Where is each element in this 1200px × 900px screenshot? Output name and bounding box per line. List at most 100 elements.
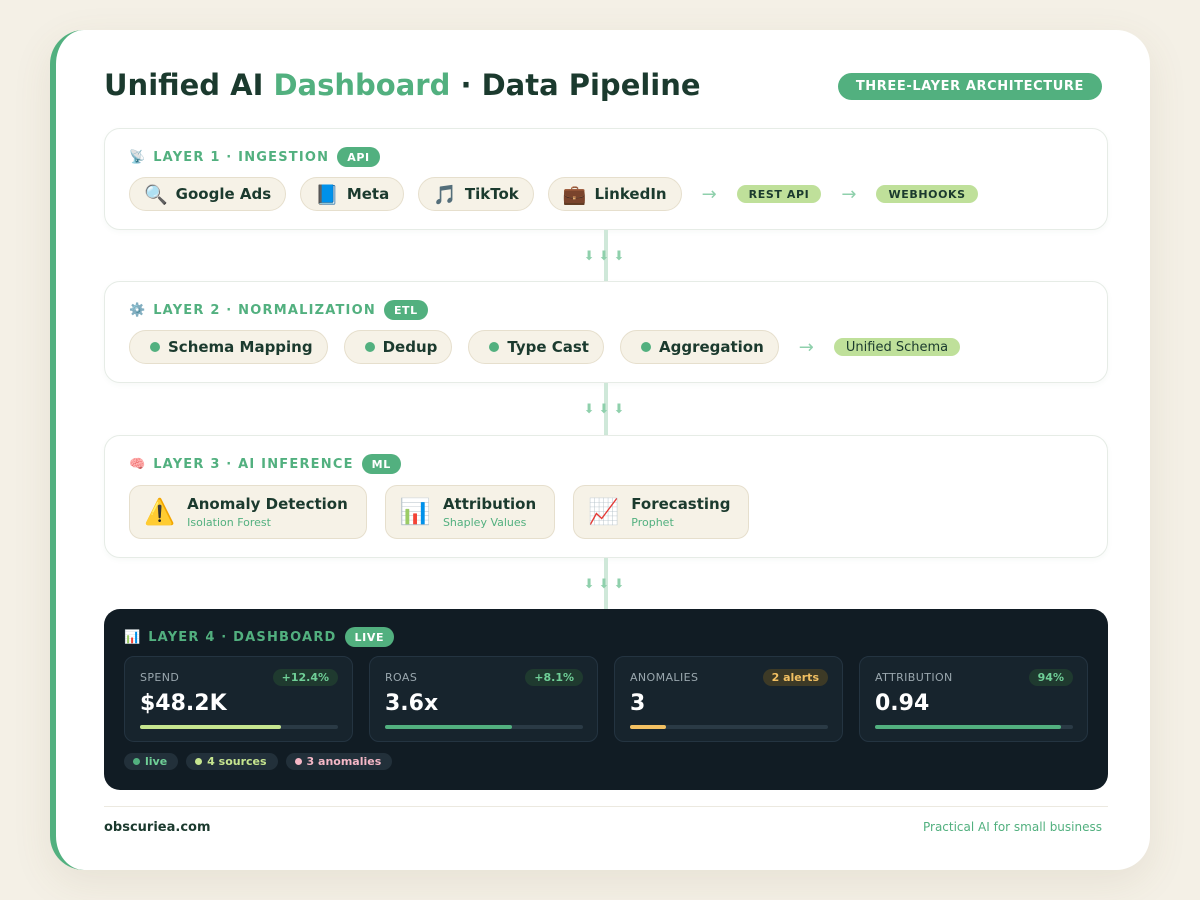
satellite-icon: 📡 bbox=[129, 149, 146, 165]
model-algorithm: Prophet bbox=[631, 516, 674, 529]
status-dot-icon bbox=[133, 758, 140, 765]
model-algorithm: Shapley Values bbox=[442, 516, 527, 529]
layer-label: LAYER 4 · DASHBOARD bbox=[148, 629, 337, 645]
kpi-progress-fill bbox=[385, 725, 512, 729]
status-text: 4 sources bbox=[207, 755, 267, 768]
model-text: Anomaly Detection Isolation Forest bbox=[187, 495, 348, 529]
title-suffix: · Data Pipeline bbox=[450, 68, 701, 102]
dot-icon bbox=[150, 342, 160, 352]
kpi-progress-fill bbox=[630, 725, 666, 729]
warning-icon: ⚠️ bbox=[144, 497, 176, 526]
source-label: TikTok bbox=[464, 185, 519, 203]
model-attribution[interactable]: 📊 Attribution Shapley Values bbox=[384, 485, 556, 539]
etl-step-row: Schema Mapping Dedup Type Cast Aggregati… bbox=[129, 330, 961, 364]
layer-ai-inference: 🧠 LAYER 3 · AI INFERENCE ML ⚠️ Anomaly D… bbox=[104, 435, 1108, 558]
model-forecasting[interactable]: 📈 Forecasting Prophet bbox=[573, 485, 750, 539]
pipeline-card: Unified AI Dashboard · Data Pipeline THR… bbox=[50, 30, 1150, 870]
kpi-alerts-badge: 2 alerts bbox=[762, 669, 828, 686]
status-sources: 4 sources bbox=[186, 753, 278, 770]
status-dot-icon bbox=[195, 758, 203, 765]
status-text: live bbox=[145, 755, 168, 768]
down-arrows-icon: ⬇⬇⬇ bbox=[583, 402, 629, 417]
webhooks-pill: WEBHOOKS bbox=[876, 185, 978, 203]
layer-header: ⚙️ LAYER 2 · NORMALIZATION ETL bbox=[129, 300, 428, 320]
layer-ingestion: 📡 LAYER 1 · INGESTION API 🔍 Google Ads 📘 M… bbox=[104, 128, 1108, 230]
kpi-value: $48.2K bbox=[140, 691, 227, 716]
bar-chart-icon: 📊 bbox=[399, 497, 431, 526]
kpi-value: 3.6x bbox=[385, 691, 439, 716]
footer-tagline: Practical AI for small business bbox=[922, 820, 1102, 834]
kpi-label: ANOMALIES bbox=[630, 671, 699, 684]
page-title: Unified AI Dashboard · Data Pipeline bbox=[104, 68, 701, 102]
source-label: Google Ads bbox=[175, 185, 272, 203]
footer-site-link[interactable]: obscuriea.com bbox=[104, 820, 211, 835]
arrow-right-icon: → bbox=[701, 183, 717, 205]
model-row: ⚠️ Anomaly Detection Isolation Forest 📊 … bbox=[129, 485, 767, 539]
layer-label: LAYER 1 · INGESTION bbox=[153, 149, 330, 165]
down-arrows-icon: ⬇⬇⬇ bbox=[583, 249, 629, 264]
kpi-value: 3 bbox=[630, 691, 646, 716]
kpi-label: SPEND bbox=[140, 671, 180, 684]
gear-icon: ⚙️ bbox=[129, 302, 146, 318]
status-text: 3 anomalies bbox=[306, 755, 382, 768]
source-meta[interactable]: 📘 Meta bbox=[300, 177, 405, 211]
layer-label: LAYER 2 · NORMALIZATION bbox=[153, 302, 376, 318]
kpi-label: ROAS bbox=[385, 671, 418, 684]
layer-tag: ETL bbox=[383, 300, 428, 320]
status-anomalies: 3 anomalies bbox=[285, 753, 393, 770]
model-algorithm: Isolation Forest bbox=[187, 516, 271, 529]
source-row: 🔍 Google Ads 📘 Meta 🎵 TikTok 💼 LinkedIn → RE… bbox=[129, 177, 978, 211]
model-text: Attribution Shapley Values bbox=[443, 495, 536, 529]
source-google-ads[interactable]: 🔍 Google Ads bbox=[129, 177, 287, 211]
step-aggregation[interactable]: Aggregation bbox=[619, 330, 779, 364]
step-type-cast[interactable]: Type Cast bbox=[468, 330, 604, 364]
layer-tag: API bbox=[337, 147, 380, 167]
unified-schema-pill: Unified Schema bbox=[833, 338, 961, 356]
kpi-progress-fill bbox=[875, 725, 1062, 729]
source-label: Meta bbox=[346, 185, 390, 203]
brain-icon: 🧠 bbox=[129, 456, 146, 472]
rest-api-pill: REST API bbox=[736, 185, 822, 203]
layer-header: 📡 LAYER 1 · INGESTION API bbox=[129, 147, 380, 167]
architecture-badge: THREE-LAYER ARCHITECTURE bbox=[837, 73, 1102, 100]
magnifier-icon: 🔍 bbox=[144, 183, 168, 206]
layer-tag: ML bbox=[361, 454, 401, 474]
model-text: Forecasting Prophet bbox=[631, 495, 730, 529]
dot-icon bbox=[640, 342, 651, 352]
kpi-progress-track bbox=[140, 725, 338, 729]
kpi-delta: 94% bbox=[1028, 669, 1073, 686]
briefcase-icon: 💼 bbox=[562, 183, 587, 206]
dot-icon bbox=[364, 342, 375, 352]
kpi-progress-track bbox=[630, 725, 828, 729]
kpi-delta: +8.1% bbox=[525, 669, 583, 686]
kpi-anomalies[interactable]: ANOMALIES 2 alerts 3 bbox=[614, 656, 843, 742]
layer-dashboard: 📊 LAYER 4 · DASHBOARD LIVE SPEND +12.4% … bbox=[104, 609, 1108, 790]
step-schema-mapping[interactable]: Schema Mapping bbox=[129, 330, 328, 364]
down-arrows-icon: ⬇⬇⬇ bbox=[583, 577, 629, 592]
kpi-spend[interactable]: SPEND +12.4% $48.2K bbox=[124, 656, 353, 742]
live-tag: LIVE bbox=[344, 627, 395, 647]
layer-header: 🧠 LAYER 3 · AI INFERENCE ML bbox=[129, 454, 401, 474]
step-label: Schema Mapping bbox=[168, 338, 313, 356]
model-anomaly-detection[interactable]: ⚠️ Anomaly Detection Isolation Forest bbox=[129, 485, 367, 539]
kpi-value: 0.94 bbox=[875, 691, 930, 716]
step-label: Dedup bbox=[382, 338, 438, 356]
source-tiktok[interactable]: 🎵 TikTok bbox=[418, 177, 534, 211]
kpi-label: ATTRIBUTION bbox=[875, 671, 953, 684]
status-dot-icon bbox=[294, 758, 302, 765]
layer-header: 📊 LAYER 4 · DASHBOARD LIVE bbox=[124, 627, 395, 647]
status-live: live bbox=[124, 753, 179, 770]
trend-chart-icon: 📈 bbox=[588, 497, 620, 526]
status-row: live 4 sources 3 anomalies bbox=[124, 753, 400, 770]
blue-book-icon: 📘 bbox=[315, 183, 339, 206]
layer-label: LAYER 3 · AI INFERENCE bbox=[153, 456, 354, 472]
kpi-attribution[interactable]: ATTRIBUTION 94% 0.94 bbox=[859, 656, 1088, 742]
kpi-progress-fill bbox=[140, 725, 281, 729]
step-dedup[interactable]: Dedup bbox=[343, 330, 453, 364]
kpi-roas[interactable]: ROAS +8.1% 3.6x bbox=[369, 656, 598, 742]
layer-normalization: ⚙️ LAYER 2 · NORMALIZATION ETL Schema Ma… bbox=[104, 281, 1108, 383]
kpi-progress-track bbox=[385, 725, 583, 729]
step-label: Aggregation bbox=[658, 338, 764, 356]
model-name: Attribution bbox=[442, 495, 537, 513]
source-linkedin[interactable]: 💼 LinkedIn bbox=[547, 177, 682, 211]
